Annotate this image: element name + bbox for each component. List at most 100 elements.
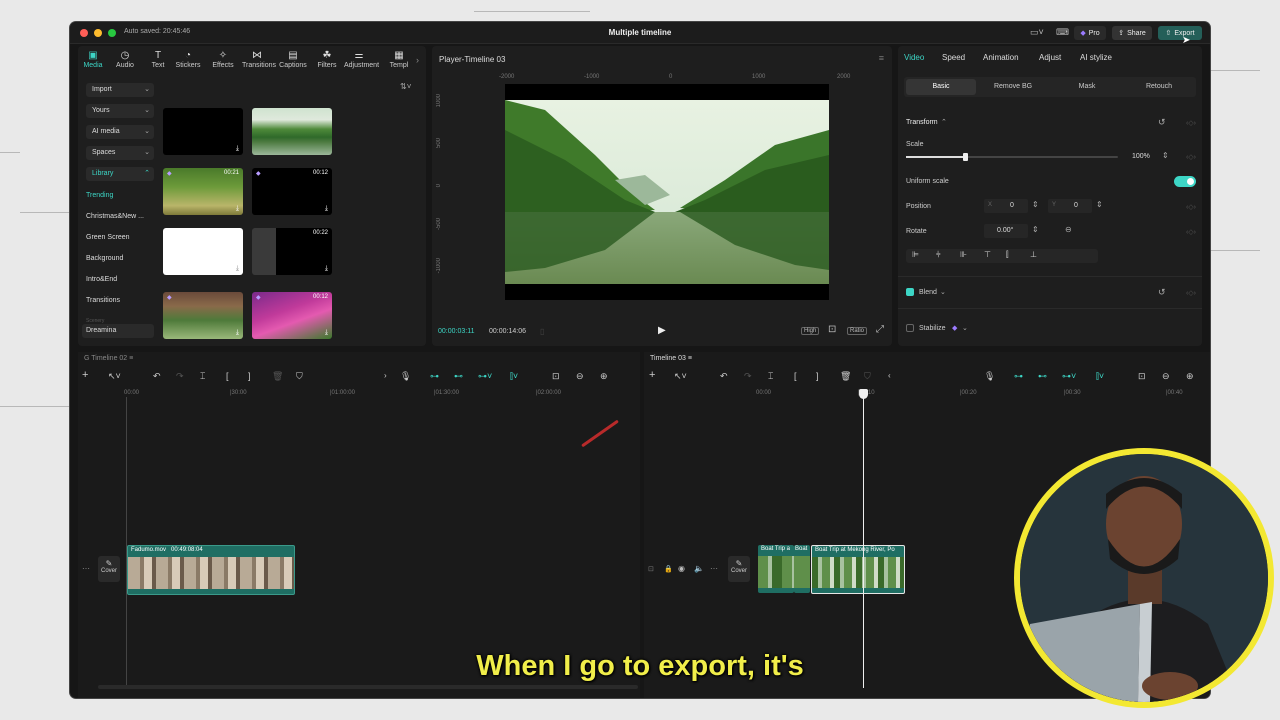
select-tool-icon[interactable]: ↖˅ [108, 371, 121, 382]
media-thumbnail[interactable]: ◆ ⤓ [163, 292, 243, 339]
quality-button[interactable]: High [801, 327, 820, 335]
zoom-out-icon[interactable]: ⊖ [576, 371, 584, 382]
category-yours[interactable]: Yours ⌄ [86, 104, 154, 118]
library-item-trending[interactable]: Trending [86, 192, 113, 199]
delete-icon[interactable]: 🗑 [272, 371, 283, 382]
playhead-line[interactable] [863, 392, 864, 688]
category-import[interactable]: Import ⌄ [86, 83, 154, 97]
align-right-icon[interactable]: ⊪ [960, 250, 967, 259]
timeline-clip[interactable]: Boat [794, 545, 810, 593]
stepper-icon[interactable]: ⇕ [1162, 151, 1169, 160]
toolbar-stickers[interactable]: ◔ Stickers [173, 50, 203, 69]
split-icon[interactable]: ⌶ [768, 371, 773, 382]
subtab-mask[interactable]: Mask [1052, 79, 1122, 95]
toolbar-filters[interactable]: ☘ Filters [312, 50, 342, 69]
link-icon[interactable]: ⊷ [1038, 371, 1047, 382]
tab-ai-stylize[interactable]: AI stylize [1080, 53, 1112, 62]
align-center-icon[interactable]: ⫩ [936, 250, 941, 260]
volume-icon[interactable]: 🔈 [694, 564, 704, 573]
media-thumbnail[interactable]: ◆ 00:12 ⤓ [252, 168, 332, 215]
stabilize-checkbox[interactable] [906, 324, 914, 332]
preview-axis-icon[interactable]: ⫿˅ [1096, 371, 1104, 382]
link-icon[interactable]: ⊷ [454, 371, 463, 382]
layout-icon[interactable]: ▭˅ [1030, 27, 1044, 38]
timeline-clip[interactable]: Boat Trip a [758, 545, 794, 593]
toolbar-more-icon[interactable]: › [416, 55, 419, 65]
trim-right-icon[interactable]: ] [816, 371, 819, 381]
scale-slider-handle[interactable] [963, 153, 969, 161]
filter-sort-icon[interactable]: ⇅˅ [400, 82, 411, 91]
download-icon[interactable]: ⤓ [236, 145, 239, 153]
media-thumbnail[interactable]: ◆ 00:21 ⤓ [163, 168, 243, 215]
preview-axis-icon[interactable]: ⫿˅ [510, 371, 518, 382]
trim-right-icon[interactable]: ] [248, 371, 251, 381]
trim-left-icon[interactable]: [ [794, 371, 797, 381]
cover-button[interactable]: ✎ Cover [728, 556, 750, 582]
transform-heading[interactable]: Transform [906, 119, 938, 126]
media-thumbnail[interactable]: ◆ 00:12 ⤓ [252, 292, 332, 339]
pro-button[interactable]: ◆ Pro [1074, 26, 1106, 40]
redo-icon[interactable]: ↷ [744, 371, 752, 382]
library-item-green-screen[interactable]: Green Screen [86, 234, 130, 241]
keyframe-icon[interactable]: ‹◇› [1186, 203, 1196, 211]
export-button[interactable]: ⇧ Export [1158, 26, 1202, 40]
scale-value[interactable]: 100% [1132, 153, 1150, 160]
tab-adjust[interactable]: Adjust [1039, 53, 1061, 62]
magnet-icon[interactable]: ⊶ [1014, 371, 1023, 382]
trim-left-icon[interactable]: [ [226, 371, 229, 381]
reset-icon[interactable]: ↺ [1158, 117, 1166, 128]
ratio-button[interactable]: Ratio [847, 327, 868, 335]
library-item-background[interactable]: Background [86, 255, 123, 262]
add-track-icon[interactable]: + [649, 369, 655, 381]
snap-icon[interactable]: ⊶˅ [478, 371, 492, 382]
more-icon[interactable]: ⋯ [710, 564, 718, 573]
undo-icon[interactable]: ↶ [720, 371, 728, 382]
snapshot-icon[interactable]: ⊡ [828, 324, 836, 335]
uniform-scale-toggle[interactable] [1174, 176, 1196, 187]
toolbar-media[interactable]: ▣ Media [78, 50, 108, 69]
collapse-icon[interactable]: › [384, 371, 387, 380]
tab-animation[interactable]: Animation [983, 53, 1019, 62]
align-bottom-icon[interactable]: ⊥ [1030, 250, 1037, 259]
subtab-retouch[interactable]: Retouch [1124, 79, 1194, 95]
keyframe-icon[interactable]: ‹◇› [1186, 153, 1196, 161]
cover-button[interactable]: ✎ Cover [98, 556, 120, 582]
library-item-transitions[interactable]: Transitions [86, 297, 120, 304]
selected-timeline-clip[interactable]: Boat Trip at Mekong River, Po [811, 545, 905, 594]
toolbar-captions[interactable]: ▤ Captions [278, 50, 308, 69]
snap-icon[interactable]: ⊶˅ [1062, 371, 1076, 382]
blend-checkbox[interactable] [906, 288, 914, 296]
timeline-tab-label[interactable]: Timeline 03 ≡ [650, 355, 692, 362]
media-thumbnail[interactable]: ⤓ [163, 108, 243, 155]
microphone-icon[interactable]: 🎙 [984, 371, 995, 382]
align-top-icon[interactable]: ⊤ [984, 250, 991, 259]
fullscreen-icon[interactable]: ⤢ [876, 324, 884, 335]
dreamina-button[interactable]: Dreamina [82, 324, 154, 338]
fit-icon[interactable]: ⊡ [552, 371, 560, 382]
toolbar-transitions[interactable]: ⋈ Transitions [242, 50, 276, 69]
zoom-out-icon[interactable]: ⊖ [1162, 371, 1170, 382]
download-icon[interactable]: ⤓ [236, 265, 239, 273]
tab-speed[interactable]: Speed [942, 53, 965, 62]
toolbar-audio[interactable]: ◷ Audio [110, 50, 140, 69]
add-track-icon[interactable]: + [82, 369, 88, 381]
chevron-down-icon[interactable]: ⌄ [962, 324, 968, 332]
category-ai-media[interactable]: AI media ⌄ [86, 125, 154, 139]
track-thumbnail-icon[interactable]: ⊡ [648, 565, 654, 573]
toolbar-effects[interactable]: ✧ Effects [208, 50, 238, 69]
download-icon[interactable]: ⤓ [325, 329, 328, 337]
scale-slider-track[interactable] [906, 153, 1118, 161]
stepper-icon[interactable]: ⇕ [1032, 200, 1039, 209]
menu-icon[interactable]: ≡ [879, 53, 884, 63]
collapse-icon[interactable]: ‹ [888, 371, 891, 380]
undo-icon[interactable]: ↶ [153, 371, 161, 382]
horizontal-scrollbar[interactable] [98, 685, 638, 689]
keyframe-icon[interactable]: ‹◇› [1186, 119, 1196, 127]
download-icon[interactable]: ⤓ [236, 329, 239, 337]
playhead-handle[interactable] [859, 389, 868, 399]
category-spaces[interactable]: Spaces ⌄ [86, 146, 154, 160]
more-icon[interactable]: ⋯ [82, 564, 90, 573]
keyframe-icon[interactable]: ‹◇› [1186, 289, 1196, 297]
toolbar-adjustment[interactable]: ⚌ Adjustment [344, 50, 379, 69]
download-icon[interactable]: ⤓ [325, 265, 328, 273]
